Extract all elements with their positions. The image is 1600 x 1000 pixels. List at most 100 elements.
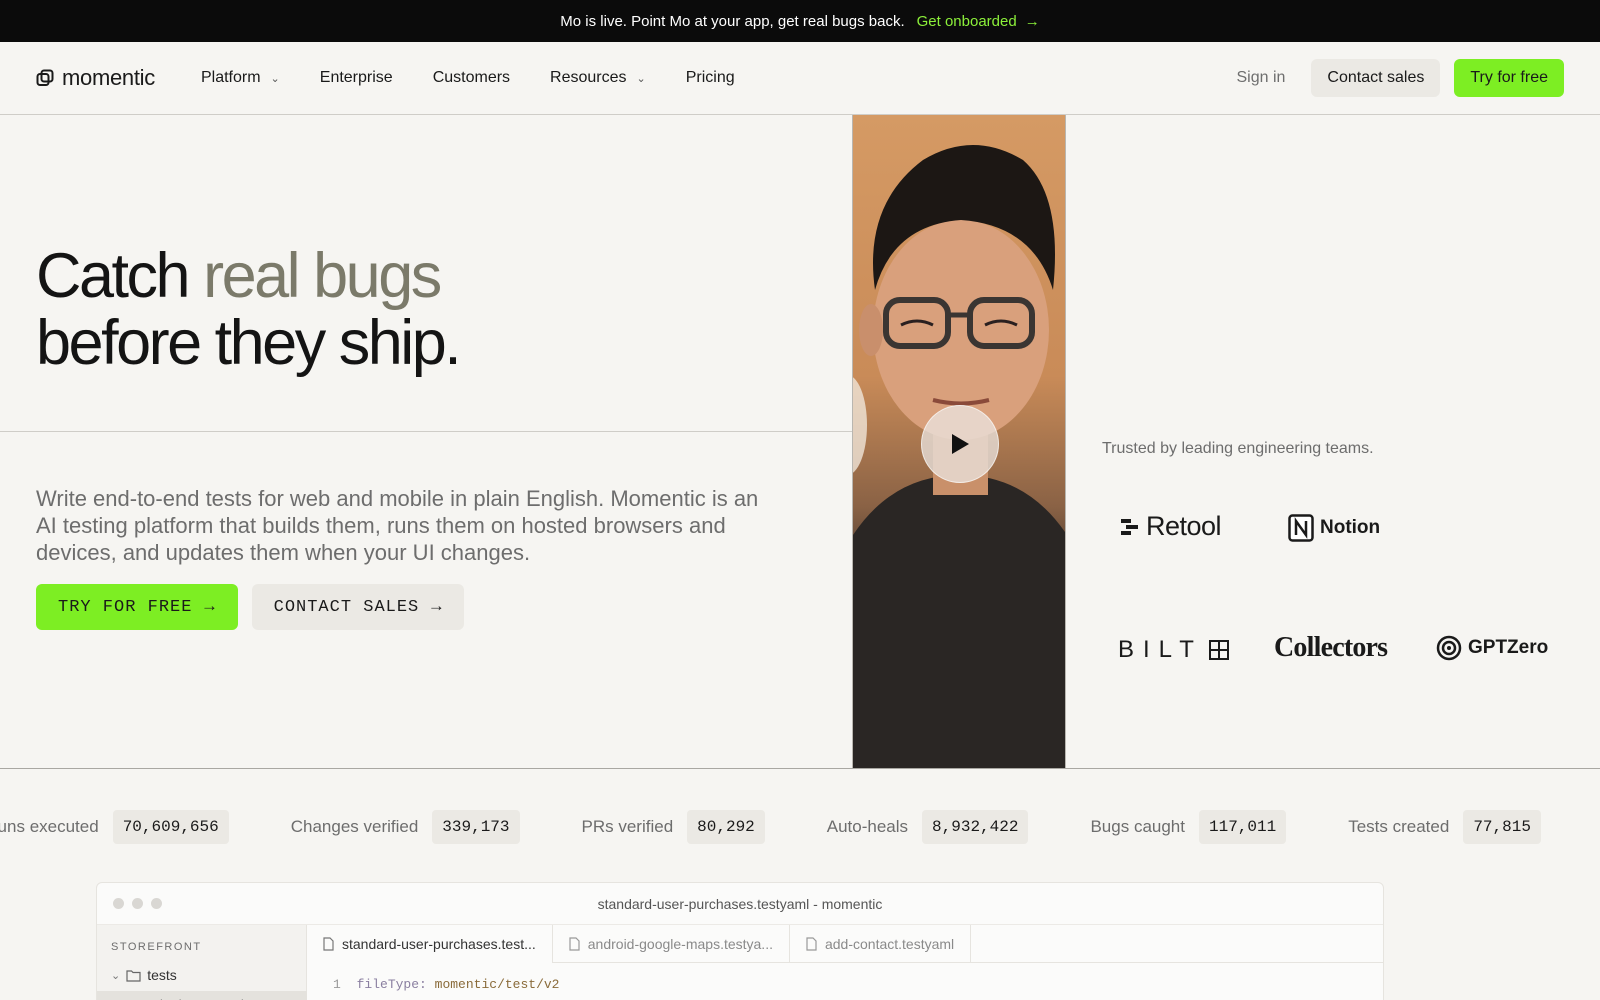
nav-enterprise-label: Enterprise	[319, 69, 393, 86]
folder-tests[interactable]: ⌄ tests	[111, 967, 177, 983]
window-maximize-dot[interactable]	[151, 898, 162, 909]
nav-pricing[interactable]: Pricing	[686, 69, 735, 87]
code-value: momentic/test/v2	[434, 977, 560, 992]
bilt-logo: BILT	[1118, 636, 1229, 664]
file-icon	[806, 937, 817, 951]
brand-name: momentic	[62, 65, 155, 90]
get-onboarded-link[interactable]: Get onboarded →	[917, 13, 1040, 30]
stat-label: PRs verified	[581, 817, 674, 836]
stat-item: Changes verified 339,173	[291, 810, 520, 844]
arrow-right-icon: →	[1024, 12, 1040, 30]
hero-left: Catch real bugs before they ship. Write …	[0, 115, 852, 768]
file-icon	[323, 937, 334, 951]
stat-label: Changes verified	[290, 817, 419, 836]
announcement-bar: Mo is live. Point Mo at your app, get re…	[0, 0, 1600, 42]
try-for-free-label: TRY FOR FREE	[58, 597, 193, 617]
nav-resources-label: Resources	[550, 69, 627, 86]
nav-resources[interactable]: Resources ⌄	[550, 69, 646, 87]
headline-part-1: Catch	[36, 241, 204, 311]
hero-headline: Catch real bugs before they ship.	[36, 241, 462, 378]
announcement-text: Mo is live. Point Mo at your app, get re…	[560, 12, 905, 30]
retool-mark-icon	[1121, 518, 1138, 535]
stat-item: Bugs caught 117,011	[1090, 810, 1287, 844]
chevron-down-icon: ⌄	[111, 969, 121, 982]
gptzero-mark-icon	[1436, 635, 1462, 661]
tab-android-google-maps[interactable]: android-google-maps.testya...	[553, 925, 790, 963]
tab-standard-user-purchases[interactable]: standard-user-purchases.test...	[307, 925, 553, 963]
stats-ticker: Test runs executed 70,609,656 Changes ve…	[0, 810, 1600, 846]
headline-part-2: before they ship.	[36, 308, 462, 378]
top-nav: momentic Platform ⌄ Enterprise Customers…	[0, 42, 1600, 115]
arrow-right-icon: →	[204, 597, 216, 617]
sign-in-link[interactable]: Sign in	[1237, 69, 1286, 87]
bilt-wordmark: BILT	[1118, 636, 1203, 663]
play-button[interactable]	[921, 405, 999, 483]
stat-label: Auto-heals	[826, 817, 909, 836]
line-number: 1	[333, 977, 341, 992]
ide-titlebar: standard-user-purchases.testyaml - momen…	[97, 883, 1383, 925]
stat-value: 339,173	[432, 810, 520, 844]
chevron-down-icon: ⌄	[270, 72, 280, 85]
tab-label: android-google-maps.testya...	[587, 936, 773, 952]
tab-label: add-contact.testyaml	[824, 936, 955, 952]
collectors-logo: Collectors	[1274, 632, 1388, 664]
file-icon	[569, 937, 580, 951]
contact-sales-label: CONTACT SALES	[273, 597, 420, 617]
stat-value: 8,932,422	[922, 810, 1029, 844]
stat-item: Tests created 77,815	[1348, 810, 1541, 844]
stat-item: Auto-heals 8,932,422	[827, 810, 1029, 844]
window-minimize-dot[interactable]	[132, 898, 143, 909]
nav-pricing-label: Pricing	[685, 69, 735, 86]
ide-window-title: standard-user-purchases.testyaml - momen…	[597, 895, 883, 912]
nav-enterprise[interactable]: Enterprise	[320, 69, 393, 87]
stat-label: Tests created	[1348, 817, 1450, 836]
ide-preview-window: standard-user-purchases.testyaml - momen…	[96, 882, 1384, 1000]
gptzero-logo: GPTZero	[1436, 635, 1548, 661]
contact-sales-button[interactable]: CONTACT SALES →	[251, 584, 465, 630]
editor-tabs: standard-user-purchases.test... android-…	[307, 925, 1383, 963]
try-for-free-nav-button[interactable]: Try for free	[1454, 59, 1564, 97]
momentic-logo-icon	[36, 69, 54, 86]
brand-logo[interactable]: momentic	[36, 65, 155, 91]
nav-platform-label: Platform	[200, 69, 261, 86]
code-line: 1 fileType: momentic/test/v2	[333, 977, 559, 992]
play-icon	[952, 434, 969, 454]
stat-label: Bugs caught	[1090, 817, 1185, 836]
retool-wordmark: Retool	[1146, 511, 1222, 541]
window-close-dot[interactable]	[113, 898, 124, 909]
trusted-by-label: Trusted by leading engineering teams.	[1102, 440, 1374, 457]
contact-sales-nav-button[interactable]: Contact sales	[1311, 59, 1441, 97]
nav-platform[interactable]: Platform ⌄	[201, 69, 280, 87]
hero-cta-row: TRY FOR FREE → CONTACT SALES →	[36, 584, 465, 630]
project-section-label: STOREFRONT	[111, 941, 202, 953]
notion-wordmark: Notion	[1320, 517, 1381, 538]
stats-divider	[0, 768, 1600, 769]
hero-subtext: Write end-to-end tests for web and mobil…	[36, 486, 759, 565]
code-key: fileType:	[356, 977, 427, 992]
stat-label: Test runs executed	[0, 817, 99, 836]
get-onboarded-label: Get onboarded	[916, 12, 1017, 30]
stat-item: PRs verified 80,292	[582, 810, 765, 844]
stat-value: 117,011	[1198, 810, 1287, 844]
nav-customers[interactable]: Customers	[433, 69, 510, 87]
folder-icon	[126, 969, 141, 982]
notion-logo: Notion	[1288, 514, 1380, 542]
stat-item: Test runs executed 70,609,656	[0, 810, 229, 844]
stat-value: 80,292	[687, 810, 765, 844]
stats-track: Test runs executed 70,609,656 Changes ve…	[0, 810, 1600, 844]
hero-video[interactable]	[852, 115, 1066, 768]
chevron-down-icon: ⌄	[636, 72, 646, 85]
trusted-logos-panel: Trusted by leading engineering teams. Re…	[1066, 115, 1600, 768]
headline-highlight: real bugs	[203, 241, 442, 311]
bilt-mark-icon	[1208, 640, 1229, 660]
folder-label: tests	[147, 967, 177, 983]
nav-customers-label: Customers	[432, 69, 511, 86]
hero-divider	[0, 431, 852, 432]
tab-label: standard-user-purchases.test...	[342, 936, 536, 952]
try-for-free-button[interactable]: TRY FOR FREE →	[36, 584, 238, 630]
retool-logo: Retool	[1120, 511, 1222, 542]
nav-actions: Sign in Contact sales Try for free	[1237, 59, 1564, 97]
tab-add-contact[interactable]: add-contact.testyaml	[790, 925, 972, 963]
window-controls	[113, 898, 162, 909]
stat-value: 77,815	[1463, 810, 1541, 844]
